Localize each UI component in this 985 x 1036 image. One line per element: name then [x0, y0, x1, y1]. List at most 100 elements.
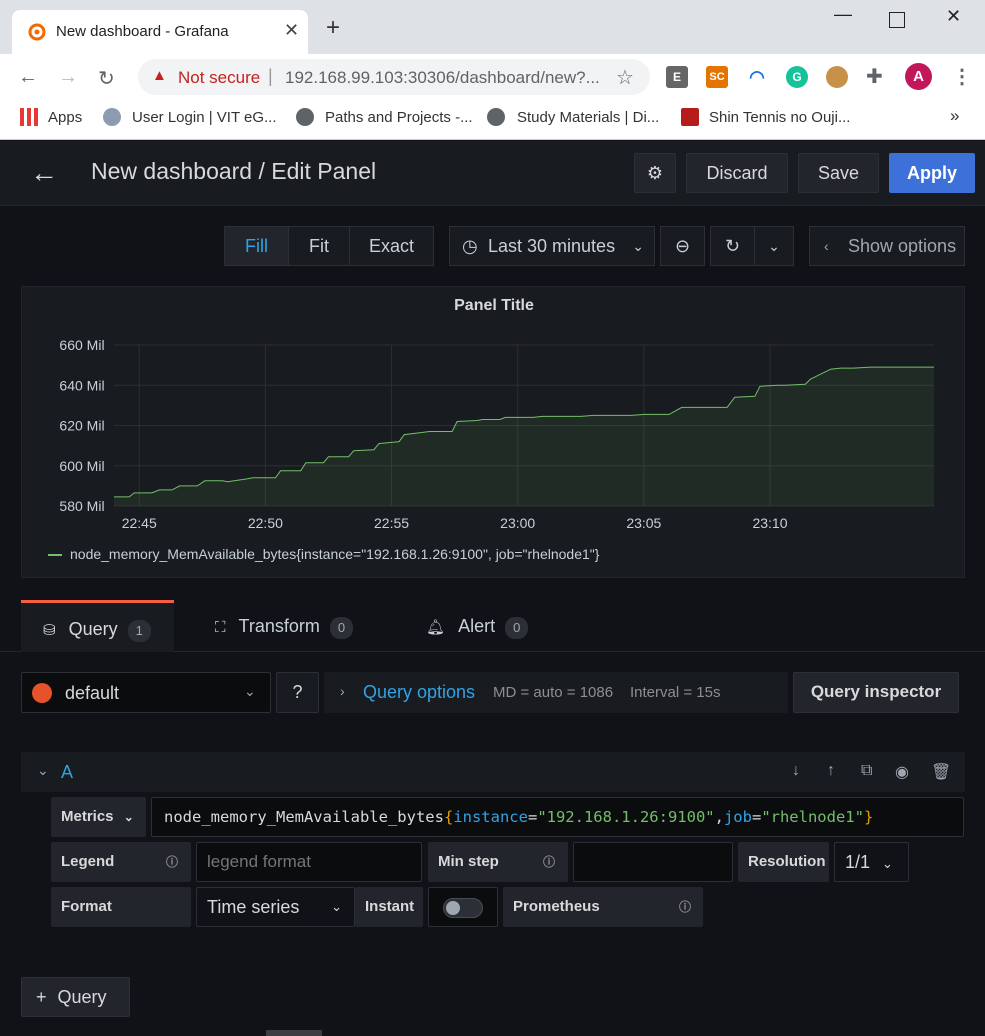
reload-icon[interactable]: ↻ [98, 66, 115, 91]
page-title: New dashboard / Edit Panel [91, 158, 377, 184]
apply-button[interactable]: Apply [889, 153, 975, 193]
refresh-interval-dropdown[interactable]: ⌄ [754, 226, 794, 266]
help-button[interactable]: ? [276, 672, 319, 713]
chart-legend[interactable]: node_memory_MemAvailable_bytes{instance=… [48, 546, 599, 562]
series-area [114, 367, 934, 506]
chevron-left-icon: ‹ [824, 238, 829, 254]
clock-icon: ◷ [462, 236, 478, 256]
gear-icon: ⚙ [646, 163, 664, 183]
metrics-query-input[interactable]: node_memory_MemAvailable_bytes{instance=… [151, 797, 964, 837]
prometheus-label: Prometheus ⓘ [503, 887, 703, 927]
move-up-icon[interactable]: ↑ [827, 762, 835, 780]
bookmark-shin-tennis[interactable]: Shin Tennis no Ouji... [709, 109, 850, 126]
tab-query-label: Query [68, 619, 118, 639]
query-editor-pane: default ⌄ ? › Query options MD = auto = … [0, 652, 985, 1036]
y-tick-label: 620 Mil [59, 418, 104, 434]
show-options-button[interactable]: ‹ Show options [809, 226, 965, 266]
help-circle-icon: ? [292, 682, 303, 702]
tab-query[interactable]: ⛁ Query 1 [21, 600, 174, 652]
legend-field-label: Legend ⓘ [51, 842, 191, 882]
window-close-icon[interactable]: ✕ [946, 6, 961, 27]
save-button[interactable]: Save [798, 153, 879, 193]
vit-bookmark-icon [103, 108, 121, 126]
exact-mode-button[interactable]: Exact [349, 226, 434, 266]
query-ref-id: A [61, 762, 74, 782]
extension-sc-icon[interactable]: SC [706, 66, 728, 88]
editor-tabs: ⛁ Query 1 ⛶ Transform 0 🔔︎ Alert 0 [0, 598, 985, 652]
chevron-down-icon: ⌄ [123, 810, 134, 824]
add-query-label: Query [57, 987, 107, 1007]
query-row-a-header[interactable]: ⌄ A ↓ ↑ ⧉ ◉ 🗑︎ [21, 752, 965, 792]
settings-gear-button[interactable]: ⚙ [634, 153, 676, 193]
panel-toolbar: Fill Fit Exact ◷ Last 30 minutes ⌄ ⊖ ↻ ⌄… [0, 206, 985, 286]
chevron-down-icon: ⌄ [768, 238, 780, 254]
legend-swatch [48, 554, 62, 557]
extensions-puzzle-icon[interactable]: ✚ [866, 64, 883, 89]
min-step-input[interactable] [573, 842, 733, 882]
metric-eq: = [527, 808, 538, 826]
minimize-icon[interactable]: — [834, 4, 852, 25]
duplicate-icon[interactable]: ⧉ [861, 762, 872, 780]
x-tick-label: 23:10 [752, 515, 787, 531]
collapse-chevron-icon[interactable]: ⌄ [37, 762, 49, 779]
chevron-down-icon: ⌄ [331, 899, 342, 914]
interval-info: Interval = 15s [630, 684, 721, 701]
max-data-points: MD = auto = 1086 [493, 684, 614, 701]
plus-icon: + [36, 987, 47, 1007]
bookmark-star-icon[interactable]: ☆ [616, 65, 634, 90]
query-options-bar[interactable]: › Query options MD = auto = 1086 Interva… [324, 672, 788, 713]
time-range-picker[interactable]: ◷ Last 30 minutes ⌄ [449, 226, 655, 266]
tab-transform[interactable]: ⛶ Transform 0 [215, 600, 354, 652]
add-query-button[interactable]: + Query [21, 977, 130, 1017]
query-inspector-button[interactable]: Query inspector [793, 672, 959, 713]
back-arrow-icon[interactable]: ← [30, 157, 58, 189]
legend-field-text: Legend [61, 853, 115, 870]
browser-menu-icon[interactable]: ⋮ [952, 64, 972, 89]
grammarly-icon[interactable]: G [786, 66, 808, 88]
resolution-label: Resolution [738, 842, 829, 882]
maximize-icon[interactable] [889, 12, 905, 28]
eye-icon[interactable]: ◉ [895, 762, 909, 782]
move-down-icon[interactable]: ↓ [792, 762, 800, 780]
extension-wifi-icon[interactable]: ◠ [746, 66, 768, 88]
tab-close-icon[interactable]: ✕ [284, 20, 299, 41]
address-separator: | [268, 66, 273, 86]
bookmark-study-materials[interactable]: Study Materials | Di... [517, 109, 659, 126]
legend-format-input[interactable] [196, 842, 422, 882]
extension-e-icon[interactable]: E [666, 66, 688, 88]
new-tab-button[interactable]: + [326, 16, 340, 40]
instant-toggle-container [428, 887, 498, 927]
metrics-button[interactable]: Metrics ⌄ [51, 797, 146, 837]
fit-mode-button[interactable]: Fit [288, 226, 350, 266]
trash-icon[interactable]: 🗑︎ [931, 762, 951, 782]
time-series-chart: 660 Mil 640 Mil 620 Mil 600 Mil 580 Mil 22:45… [59, 337, 934, 531]
bookmark-paths-projects[interactable]: Paths and Projects -... [325, 109, 473, 126]
info-icon: ⓘ [166, 855, 179, 869]
datasource-picker[interactable]: default ⌄ [21, 672, 271, 713]
metric-label-key: instance [453, 808, 528, 826]
tab-alert[interactable]: 🔔︎ Alert 0 [426, 600, 529, 652]
cookie-extension-icon[interactable] [826, 66, 848, 88]
address-bar[interactable]: ▲ Not secure | 192.168.99.103:30306/dash… [138, 59, 650, 95]
metric-label-key: job [723, 808, 752, 826]
discard-button[interactable]: Discard [686, 153, 788, 193]
fill-mode-button[interactable]: Fill [224, 226, 289, 266]
forward-icon[interactable]: → [58, 66, 78, 89]
zoom-out-button[interactable]: ⊖ [660, 226, 705, 266]
metric-name: node_memory_MemAvailable_bytes [164, 808, 444, 826]
refresh-button[interactable]: ↻ [710, 226, 755, 266]
instant-toggle[interactable] [443, 898, 483, 918]
globe-icon [487, 108, 505, 126]
resolution-select[interactable]: 1/1 ⌄ [834, 842, 909, 882]
bookmarks-bar: Apps User Login | VIT eG... Paths and Pr… [0, 100, 985, 140]
scrollbar-thumb[interactable] [266, 1030, 322, 1036]
bookmark-apps[interactable]: Apps [48, 109, 82, 126]
browser-tab[interactable]: New dashboard - Grafana ✕ [12, 10, 308, 54]
tab-transform-label: Transform [238, 616, 320, 636]
back-icon[interactable]: ← [18, 66, 38, 89]
profile-avatar[interactable]: A [905, 63, 932, 90]
bookmarks-more[interactable]: » [950, 106, 959, 126]
format-select[interactable]: Time series ⌄ [196, 887, 355, 927]
y-tick-label: 660 Mil [59, 337, 104, 353]
bookmark-user-login[interactable]: User Login | VIT eG... [132, 109, 277, 126]
